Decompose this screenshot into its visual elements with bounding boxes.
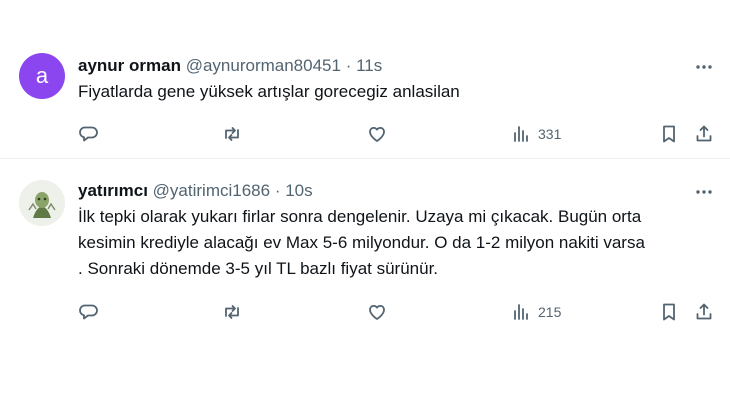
bookmark-button[interactable] [659, 302, 679, 322]
views-button[interactable]: 215 [512, 302, 561, 322]
like-button[interactable] [367, 124, 387, 144]
views-button[interactable]: 331 [512, 124, 561, 144]
timestamp[interactable]: 11s [356, 56, 382, 75]
more-icon[interactable] [694, 57, 714, 77]
author-name[interactable]: aynur orman [78, 56, 181, 75]
avatar-image-icon [19, 180, 65, 226]
bookmark-icon [663, 303, 675, 321]
reply-button[interactable] [78, 124, 98, 144]
tweet-text-line: Fiyatlarda gene yüksek artışlar gorecegi… [78, 82, 460, 101]
tweet-text-line: kesimin krediyle alacağı ev Max 5-6 mily… [78, 233, 645, 252]
retweet-icon [225, 127, 239, 141]
tweet[interactable]: yatırımcı @yatirimci1686 · 10s İlk tepki… [0, 159, 730, 349]
author-name[interactable]: yatırımcı [78, 181, 148, 200]
bookmark-button[interactable] [659, 124, 679, 144]
avatar-letter: a [35, 63, 49, 88]
retweet-button[interactable] [222, 124, 242, 144]
retweet-icon [225, 305, 239, 319]
tweet[interactable]: a aynur orman @aynurorman80451 · 11s Fiy… [0, 0, 730, 159]
share-icon [696, 303, 712, 320]
reply-icon [79, 304, 98, 320]
avatar[interactable]: a [19, 53, 65, 99]
tweet-text-line: İlk tepki olarak yukarı firlar sonra den… [78, 207, 642, 226]
tweet-header: aynur orman @aynurorman80451 · 11s [78, 56, 382, 76]
share-button[interactable] [694, 124, 714, 144]
avatar[interactable] [19, 180, 65, 226]
separator: · [345, 56, 352, 75]
views-count: 331 [538, 126, 562, 142]
share-icon [696, 125, 712, 142]
views-icon [514, 304, 528, 320]
like-button[interactable] [367, 302, 387, 322]
tweet-header: yatırımcı @yatirimci1686 · 10s [78, 181, 313, 201]
share-button[interactable] [694, 302, 714, 322]
reply-button[interactable] [78, 302, 98, 322]
views-count: 215 [538, 304, 562, 320]
separator: · [274, 181, 281, 200]
retweet-button[interactable] [222, 302, 242, 322]
tweet-text: İlk tepki olarak yukarı firlar sonra den… [78, 204, 718, 282]
tweet-text-line: . Sonraki dönemde 3-5 yıl TL bazlı fiyat… [78, 259, 439, 278]
views-icon [514, 126, 528, 142]
author-handle[interactable]: @yatirimci1686 [153, 181, 270, 200]
author-handle[interactable]: @aynurorman80451 [186, 56, 341, 75]
bookmark-icon [663, 125, 675, 143]
like-icon [369, 126, 385, 142]
like-icon [369, 304, 385, 320]
tweet-text: Fiyatlarda gene yüksek artışlar gorecegi… [78, 79, 718, 105]
timestamp[interactable]: 10s [285, 181, 312, 200]
more-icon[interactable] [694, 182, 714, 202]
reply-icon [79, 126, 98, 142]
